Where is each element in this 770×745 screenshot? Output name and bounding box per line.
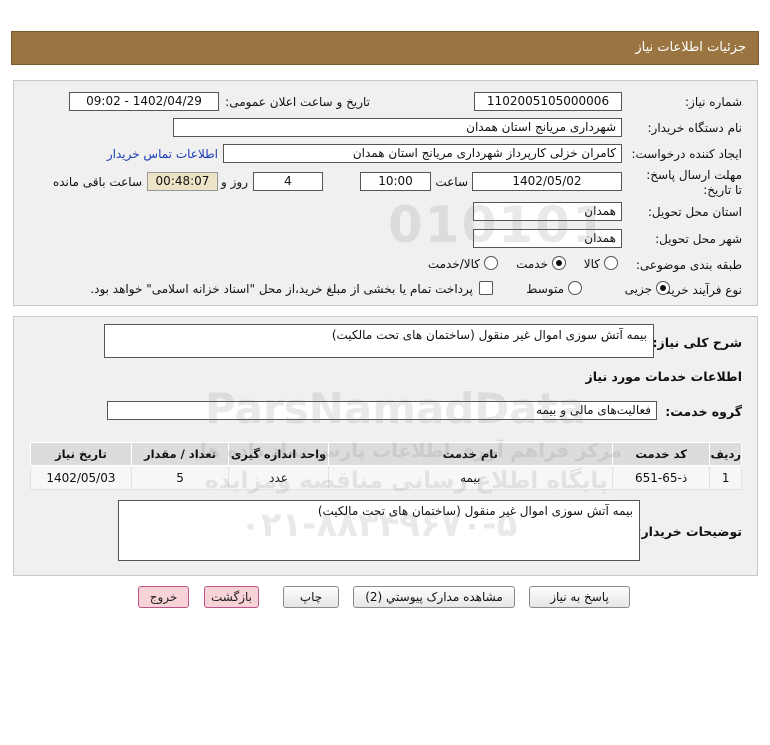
- treasury-payment-note: پرداخت تمام یا بخشی از مبلغ خرید،از محل …: [90, 282, 473, 296]
- need-number-label: شماره نیاز:: [685, 95, 742, 109]
- process-minor-label: جزیی: [624, 282, 652, 296]
- table-header-row: ردیف کد خدمت نام خدمت واحد اندازه گیری ت…: [30, 442, 742, 466]
- category-goods-service-label: کالا/خدمت: [427, 257, 480, 271]
- category-radio-goods-service[interactable]: [484, 256, 498, 270]
- print-button[interactable]: چاپ: [283, 586, 339, 608]
- category-service-label: خدمت: [516, 257, 548, 271]
- need-number-field: 1102005105000006: [474, 92, 622, 111]
- announce-field: 1402/04/29 - 09:02: [69, 92, 219, 111]
- province-field: همدان: [473, 202, 622, 221]
- process-label: نوع فرآیند خرید :: [657, 283, 742, 297]
- buyer-contact-link[interactable]: اطلاعات تماس خریدار: [107, 147, 218, 161]
- col-qty-header: تعداد / مقدار: [130, 442, 230, 466]
- city-field: همدان: [473, 229, 622, 248]
- service-group-label: گروه خدمت:: [665, 404, 742, 419]
- cell-date: 1402/05/03: [30, 465, 132, 490]
- treasury-payment-checkbox[interactable]: [479, 281, 493, 295]
- buyer-org-field: شهرداری مریانج استان همدان: [173, 118, 622, 137]
- exit-button[interactable]: خروج: [138, 586, 189, 608]
- summary-label: شرح کلی نیاز:: [652, 335, 742, 350]
- buyer-notes-box: بیمه آتش سوزی اموال غیر منقول (ساختمان ه…: [118, 500, 640, 561]
- deadline-label: مهلت ارسال پاسخ: تا تاریخ:: [646, 168, 742, 197]
- buyer-org-label: نام دستگاه خریدار:: [647, 121, 743, 135]
- remaining-label: ساعت باقی مانده: [52, 175, 142, 189]
- category-radio-goods[interactable]: [604, 256, 618, 270]
- summary-box: بیمه آتش سوزی اموال غیر منقول (ساختمان ه…: [104, 324, 654, 358]
- buyer-notes-label: توضیحات خریدار:: [636, 524, 742, 539]
- process-medium-label: متوسط: [526, 282, 564, 296]
- announce-label: تاریخ و ساعت اعلان عمومی:: [225, 95, 370, 109]
- services-section-title: اطلاعات خدمات مورد نیاز: [585, 369, 743, 384]
- process-radio-medium[interactable]: [568, 281, 582, 295]
- remaining-time-field: 00:48:07: [147, 172, 218, 191]
- col-unit-header: واحد اندازه گیری: [228, 442, 329, 466]
- attachments-button[interactable]: مشاهده مدارک پیوستي (2): [353, 586, 515, 608]
- page-title: جزئیات اطلاعات نیاز: [635, 40, 746, 55]
- deadline-time-label: ساعت: [435, 175, 468, 189]
- category-radio-service[interactable]: [552, 256, 566, 270]
- cell-code: ذ-65-651: [611, 465, 711, 490]
- col-name-header: نام خدمت: [327, 442, 613, 466]
- reply-button[interactable]: پاسخ به نیاز: [529, 586, 630, 608]
- requester-field: کامران خزلی کارپرداز شهرداری مریانج استا…: [223, 144, 622, 163]
- category-goods-label: کالا: [583, 257, 600, 271]
- deadline-time-field: 10:00: [360, 172, 431, 191]
- cell-unit: عدد: [228, 465, 329, 490]
- service-group-field: فعالیت‌های مالی و بیمه: [107, 401, 657, 420]
- services-table: ردیف کد خدمت نام خدمت واحد اندازه گیری ت…: [30, 442, 742, 490]
- col-date-header: تاریخ نیاز: [30, 442, 132, 466]
- deadline-date-field: 1402/05/02: [472, 172, 622, 191]
- cell-qty: 5: [130, 465, 230, 490]
- col-row-header: ردیف: [709, 442, 742, 466]
- page-header: جزئیات اطلاعات نیاز: [11, 31, 759, 65]
- province-label: استان محل تحویل:: [647, 205, 742, 219]
- process-radio-minor[interactable]: [656, 281, 670, 295]
- back-button[interactable]: بازگشت: [204, 586, 259, 608]
- requester-label: ایجاد کننده درخواست:: [631, 147, 742, 161]
- cell-row: 1: [709, 465, 742, 490]
- days-field: 4: [253, 172, 323, 191]
- cell-name: بیمه: [327, 465, 613, 490]
- days-label: روز و: [221, 175, 248, 189]
- category-label: طبقه بندی موضوعی:: [635, 258, 742, 272]
- col-code-header: کد خدمت: [611, 442, 711, 466]
- table-row: 1 ذ-65-651 بیمه عدد 5 1402/05/03: [30, 465, 742, 490]
- city-label: شهر محل تحویل:: [655, 232, 742, 246]
